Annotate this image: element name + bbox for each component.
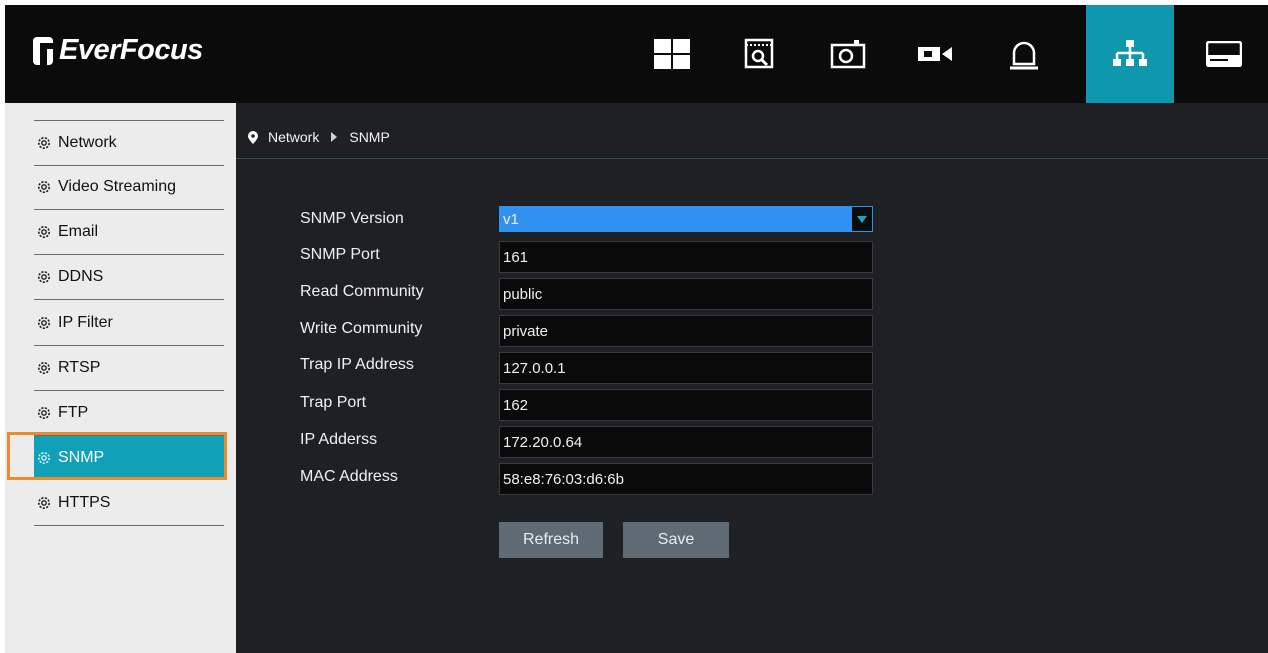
sidebar-item-label: Email — [58, 223, 99, 240]
trap-port-label: Trap Port — [300, 394, 367, 411]
trap-ip-value: 127.0.0.1 — [503, 359, 566, 377]
sidebar-item-label: HTTPS — [58, 494, 111, 511]
chevron-down-icon[interactable] — [852, 207, 872, 231]
sidebar-item-ftp[interactable]: FTP — [34, 391, 224, 436]
sidebar: Network Video Streaming Email DDNS IP Fi… — [5, 103, 236, 653]
sidebar-item-email[interactable]: Email — [34, 210, 224, 255]
gear-icon — [38, 317, 50, 329]
sidebar-item-label: IP Filter — [58, 314, 113, 331]
sidebar-item-rtsp[interactable]: RTSP — [34, 346, 224, 391]
sidebar-item-https[interactable]: HTTPS — [34, 481, 224, 526]
trap-port-value: 162 — [503, 396, 529, 414]
refresh-button[interactable]: Refresh — [499, 522, 603, 558]
mac-address-field[interactable]: 58:e8:76:03:d6:6b — [499, 463, 873, 495]
network-icon[interactable] — [1086, 5, 1174, 103]
read-community-label: Read Community — [300, 283, 424, 300]
playback-search-icon[interactable] — [716, 5, 804, 103]
location-pin-icon — [248, 130, 258, 144]
gear-icon — [38, 362, 50, 374]
live-view-grid-icon[interactable] — [628, 5, 716, 103]
sidebar-item-label: Network — [58, 134, 117, 151]
sidebar-item-label: DDNS — [58, 268, 104, 285]
snmp-version-select[interactable]: v1 — [499, 206, 873, 232]
breadcrumb: Network SNMP — [236, 116, 1268, 159]
sidebar-item-label: Video Streaming — [58, 178, 176, 195]
gear-icon — [38, 271, 50, 283]
write-community-field[interactable]: private — [499, 315, 873, 347]
everfocus-logo-icon — [33, 36, 53, 65]
alarm-icon[interactable] — [980, 5, 1068, 103]
snmp-port-value: 161 — [503, 248, 529, 266]
snmp-highlight-outline — [7, 432, 227, 480]
sidebar-item-label: FTP — [58, 404, 89, 421]
sidebar-item-label: RTSP — [58, 359, 101, 376]
write-community-label: Write Community — [300, 320, 423, 337]
snmp-port-field[interactable]: 161 — [499, 241, 873, 273]
camera-icon[interactable] — [892, 5, 980, 103]
brand-name: EverFocus — [59, 34, 203, 66]
top-bar: EverFocus — [5, 5, 1268, 103]
read-community-field[interactable]: public — [499, 278, 873, 310]
save-button[interactable]: Save — [623, 522, 729, 558]
trap-ip-label: Trap IP Address — [300, 356, 414, 373]
ip-address-field[interactable]: 172.20.0.64 — [499, 426, 873, 458]
snmp-port-label: SNMP Port — [300, 246, 380, 263]
snapshot-icon[interactable] — [804, 5, 892, 103]
gear-icon — [38, 137, 50, 149]
sidebar-item-ddns[interactable]: DDNS — [34, 255, 224, 300]
gear-icon — [38, 497, 50, 509]
mac-address-label: MAC Address — [300, 468, 398, 485]
ip-address-value: 172.20.0.64 — [503, 433, 583, 451]
trap-ip-field[interactable]: 127.0.0.1 — [499, 352, 873, 384]
ip-address-label: IP Adderss — [300, 431, 378, 448]
breadcrumb-page: SNMP — [349, 129, 390, 145]
sidebar-item-ip-filter[interactable]: IP Filter — [34, 301, 224, 346]
mac-address-value: 58:e8:76:03:d6:6b — [503, 470, 624, 488]
app-window: EverFocus Network Video Streaming Email … — [5, 5, 1268, 653]
brand-logo: EverFocus — [33, 34, 203, 67]
gear-icon — [38, 181, 50, 193]
sidebar-item-network[interactable]: Network — [34, 120, 224, 166]
chevron-right-icon — [331, 132, 338, 142]
snmp-version-label: SNMP Version — [300, 210, 404, 227]
storage-icon[interactable] — [1180, 5, 1268, 103]
main-content: Network SNMP SNMP Version v1 SNMP Port 1… — [236, 103, 1268, 653]
gear-icon — [38, 226, 50, 238]
snmp-version-value: v1 — [503, 210, 519, 228]
breadcrumb-section[interactable]: Network — [268, 129, 319, 145]
read-community-value: public — [503, 285, 543, 303]
write-community-value: private — [503, 322, 549, 340]
gear-icon — [38, 407, 50, 419]
sidebar-item-video-streaming[interactable]: Video Streaming — [34, 165, 224, 210]
trap-port-field[interactable]: 162 — [499, 389, 873, 421]
